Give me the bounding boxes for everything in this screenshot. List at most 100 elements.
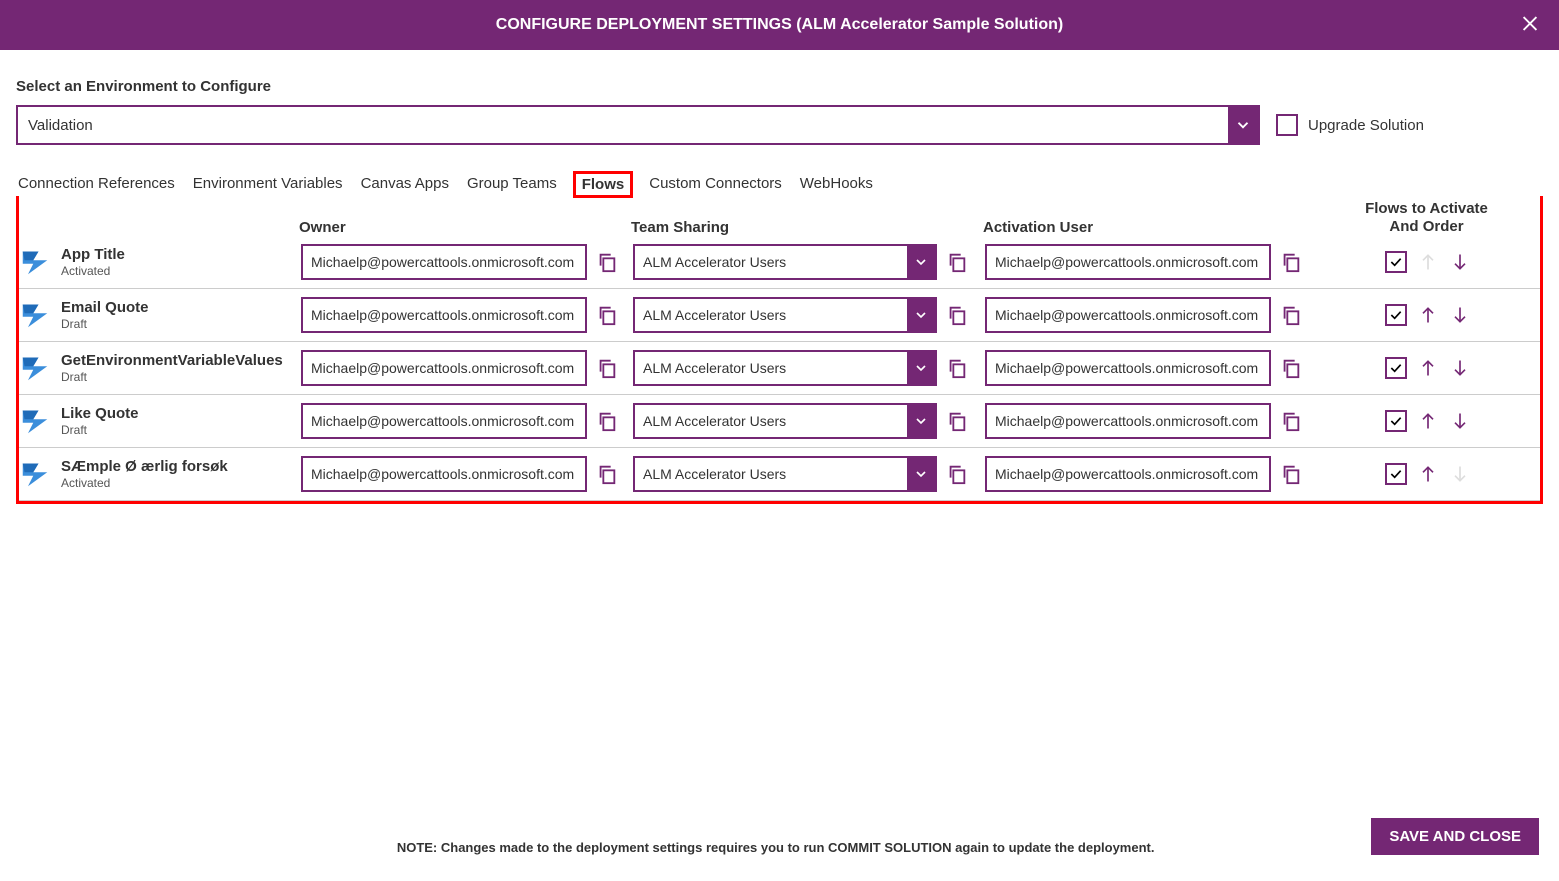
flow-row: Email Quote Draft Michaelp@powercattools… xyxy=(19,289,1540,342)
upgrade-solution-checkbox[interactable] xyxy=(1276,114,1298,136)
copy-activation-button[interactable] xyxy=(1279,462,1303,486)
chevron-down-icon xyxy=(907,352,935,384)
arrow-up-icon xyxy=(1418,252,1438,272)
arrow-up-icon xyxy=(1418,411,1438,431)
environment-select[interactable]: Validation xyxy=(16,105,1260,145)
save-and-close-button[interactable]: SAVE AND CLOSE xyxy=(1371,818,1539,855)
copy-team-button[interactable] xyxy=(945,303,969,327)
arrow-down-icon xyxy=(1450,358,1470,378)
copy-owner-button[interactable] xyxy=(595,250,619,274)
activate-checkbox[interactable] xyxy=(1385,304,1407,326)
move-down-button[interactable] xyxy=(1449,357,1471,379)
activation-user-input[interactable]: Michaelp@powercattools.onmicrosoft.com xyxy=(985,244,1271,280)
upgrade-solution-option: Upgrade Solution xyxy=(1276,114,1424,136)
flow-name: SÆmple Ø ærlig forsøk xyxy=(61,458,228,476)
copy-icon xyxy=(946,304,968,326)
copy-team-button[interactable] xyxy=(945,409,969,433)
copy-activation-button[interactable] xyxy=(1279,356,1303,380)
tab-canvas-apps[interactable]: Canvas Apps xyxy=(359,171,451,198)
flow-status: Activated xyxy=(61,264,125,278)
dialog-title: CONFIGURE DEPLOYMENT SETTINGS (ALM Accel… xyxy=(496,16,1063,34)
move-up-button[interactable] xyxy=(1417,357,1439,379)
owner-input[interactable]: Michaelp@powercattools.onmicrosoft.com xyxy=(301,403,587,439)
tab-environment-variables[interactable]: Environment Variables xyxy=(191,171,345,198)
col-order: Flows to Activate And Order xyxy=(1321,200,1532,236)
owner-input[interactable]: Michaelp@powercattools.onmicrosoft.com xyxy=(301,244,587,280)
flow-icon xyxy=(21,407,49,435)
flow-row: App Title Activated Michaelp@powercattoo… xyxy=(19,236,1540,289)
copy-icon xyxy=(1280,463,1302,485)
move-up-button[interactable] xyxy=(1417,463,1439,485)
close-button[interactable] xyxy=(1519,13,1541,38)
arrow-down-icon xyxy=(1450,464,1470,484)
copy-team-button[interactable] xyxy=(945,250,969,274)
copy-activation-button[interactable] xyxy=(1279,303,1303,327)
owner-input[interactable]: Michaelp@powercattools.onmicrosoft.com xyxy=(301,297,587,333)
team-sharing-select[interactable]: ALM Accelerator Users xyxy=(633,297,937,333)
copy-icon xyxy=(596,304,618,326)
arrow-down-icon xyxy=(1450,411,1470,431)
tab-connection-references[interactable]: Connection References xyxy=(16,171,177,198)
copy-owner-button[interactable] xyxy=(595,356,619,380)
activation-user-input[interactable]: Michaelp@powercattools.onmicrosoft.com xyxy=(985,297,1271,333)
chevron-down-icon xyxy=(1228,107,1258,143)
team-sharing-select[interactable]: ALM Accelerator Users xyxy=(633,244,937,280)
flow-name: Email Quote xyxy=(61,299,149,317)
move-up-button[interactable] xyxy=(1417,304,1439,326)
tab-webhooks[interactable]: WebHooks xyxy=(798,171,875,198)
owner-input[interactable]: Michaelp@powercattools.onmicrosoft.com xyxy=(301,350,587,386)
move-down-button[interactable] xyxy=(1449,304,1471,326)
flow-row: SÆmple Ø ærlig forsøk Activated Michaelp… xyxy=(19,448,1540,501)
tab-group-teams[interactable]: Group Teams xyxy=(465,171,559,198)
chevron-down-icon xyxy=(907,405,935,437)
chevron-down-icon xyxy=(907,246,935,278)
copy-icon xyxy=(946,357,968,379)
tab-custom-connectors[interactable]: Custom Connectors xyxy=(647,171,784,198)
copy-icon xyxy=(1280,251,1302,273)
flow-name: App Title xyxy=(61,246,125,264)
copy-team-button[interactable] xyxy=(945,462,969,486)
move-up-button[interactable] xyxy=(1417,410,1439,432)
activation-user-input[interactable]: Michaelp@powercattools.onmicrosoft.com xyxy=(985,456,1271,492)
activate-checkbox[interactable] xyxy=(1385,357,1407,379)
check-icon xyxy=(1388,466,1404,482)
copy-icon xyxy=(596,463,618,485)
copy-icon xyxy=(946,463,968,485)
owner-input[interactable]: Michaelp@powercattools.onmicrosoft.com xyxy=(301,456,587,492)
team-sharing-value: ALM Accelerator Users xyxy=(635,466,907,482)
activation-user-input[interactable]: Michaelp@powercattools.onmicrosoft.com xyxy=(985,403,1271,439)
col-team: Team Sharing xyxy=(631,219,983,236)
team-sharing-select[interactable]: ALM Accelerator Users xyxy=(633,350,937,386)
footer: NOTE: Changes made to the deployment set… xyxy=(0,804,1559,881)
flow-icon xyxy=(21,248,49,276)
copy-icon xyxy=(1280,410,1302,432)
flow-icon xyxy=(21,354,49,382)
flow-status: Draft xyxy=(61,370,283,384)
copy-icon xyxy=(596,357,618,379)
move-down-button[interactable] xyxy=(1449,251,1471,273)
flow-name: GetEnvironmentVariableValues xyxy=(61,352,283,370)
copy-owner-button[interactable] xyxy=(595,409,619,433)
check-icon xyxy=(1388,360,1404,376)
copy-activation-button[interactable] xyxy=(1279,250,1303,274)
check-icon xyxy=(1388,307,1404,323)
copy-icon xyxy=(946,410,968,432)
copy-activation-button[interactable] xyxy=(1279,409,1303,433)
team-sharing-value: ALM Accelerator Users xyxy=(635,413,907,429)
copy-owner-button[interactable] xyxy=(595,303,619,327)
column-headers: Owner Team Sharing Activation User Flows… xyxy=(19,200,1540,236)
tab-flows[interactable]: Flows xyxy=(573,171,634,198)
chevron-down-icon xyxy=(907,299,935,331)
activation-user-input[interactable]: Michaelp@powercattools.onmicrosoft.com xyxy=(985,350,1271,386)
flow-status: Activated xyxy=(61,476,228,490)
team-sharing-select[interactable]: ALM Accelerator Users xyxy=(633,403,937,439)
activate-checkbox[interactable] xyxy=(1385,410,1407,432)
move-down-button[interactable] xyxy=(1449,410,1471,432)
team-sharing-value: ALM Accelerator Users xyxy=(635,307,907,323)
activate-checkbox[interactable] xyxy=(1385,463,1407,485)
activate-checkbox[interactable] xyxy=(1385,251,1407,273)
team-sharing-select[interactable]: ALM Accelerator Users xyxy=(633,456,937,492)
flow-icon xyxy=(21,301,49,329)
copy-team-button[interactable] xyxy=(945,356,969,380)
copy-owner-button[interactable] xyxy=(595,462,619,486)
